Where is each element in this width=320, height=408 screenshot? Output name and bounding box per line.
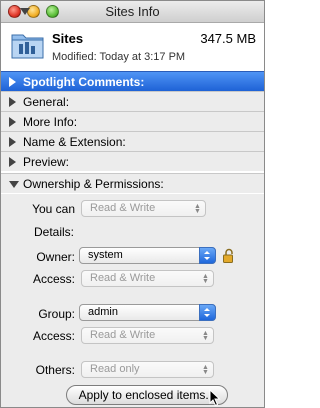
popup-arrows-icon	[199, 304, 216, 321]
stepper-icon: ▲ ▼	[202, 273, 209, 285]
owner-label: Owner:	[36, 250, 75, 264]
section-spotlight-comments[interactable]: Spotlight Comments:	[1, 71, 264, 91]
others-value: Read only	[90, 363, 140, 375]
info-window: Sites Info Sites 347.5 MB Modified: Toda…	[0, 0, 265, 408]
section-label: More Info:	[23, 115, 78, 129]
details-triangle-icon[interactable]	[20, 8, 30, 15]
others-label: Others:	[35, 363, 75, 377]
lock-icon[interactable]	[222, 248, 236, 264]
section-ownership-permissions[interactable]: Ownership & Permissions:	[1, 173, 264, 193]
details-label: Details:	[34, 225, 75, 239]
group-access-popup[interactable]: Read & Write ▲ ▼	[81, 327, 214, 344]
item-name: Sites	[52, 31, 84, 46]
you-can-value: Read & Write	[90, 202, 156, 214]
owner-popup[interactable]: system	[79, 247, 216, 264]
owner-access-popup[interactable]: Read & Write ▲ ▼	[81, 270, 214, 287]
disclosure-triangle-icon[interactable]	[9, 181, 19, 188]
section-label: Preview:	[23, 155, 70, 169]
apply-to-enclosed-button[interactable]: Apply to enclosed items...	[66, 385, 228, 405]
section-label: Spotlight Comments:	[23, 75, 145, 89]
disclosure-triangle-icon[interactable]	[9, 97, 16, 107]
section-label: General:	[23, 95, 70, 109]
disclosure-triangle-icon[interactable]	[9, 117, 16, 127]
disclosure-triangle-icon[interactable]	[9, 77, 16, 87]
group-access-label: Access:	[32, 329, 75, 343]
info-header: Sites 347.5 MB Modified: Today at 3:17 P…	[1, 24, 264, 70]
section-more-info[interactable]: More Info:	[1, 111, 264, 131]
group-label: Group:	[38, 307, 75, 321]
title-bar[interactable]: Sites Info	[1, 1, 264, 23]
stepper-icon: ▲ ▼	[202, 330, 209, 342]
item-size: 347.5 MB	[200, 31, 256, 46]
group-access-value: Read & Write	[90, 329, 156, 341]
mouse-cursor-icon	[209, 389, 221, 407]
others-popup[interactable]: Read only ▲ ▼	[81, 361, 214, 378]
owner-access-value: Read & Write	[90, 272, 156, 284]
folder-icon	[11, 34, 44, 59]
section-label: Ownership & Permissions:	[23, 177, 164, 191]
disclosure-triangle-icon[interactable]	[9, 157, 16, 167]
stepper-icon: ▲ ▼	[194, 203, 201, 215]
disclosure-triangle-icon[interactable]	[9, 137, 16, 147]
section-general[interactable]: General:	[1, 91, 264, 111]
you-can-popup[interactable]: Read & Write ▲ ▼	[81, 200, 206, 217]
window-title: Sites Info	[105, 4, 160, 19]
group-popup[interactable]: admin	[79, 304, 216, 321]
item-modified: Modified: Today at 3:17 PM	[52, 51, 186, 63]
section-label: Name & Extension:	[23, 135, 126, 149]
owner-access-label: Access:	[32, 272, 75, 286]
group-value: admin	[88, 306, 118, 318]
popup-arrows-icon	[199, 247, 216, 264]
you-can-label: You can	[32, 202, 75, 216]
section-name-extension[interactable]: Name & Extension:	[1, 131, 264, 151]
section-preview[interactable]: Preview:	[1, 151, 264, 171]
owner-value: system	[88, 249, 123, 261]
stepper-icon: ▲ ▼	[202, 364, 209, 376]
